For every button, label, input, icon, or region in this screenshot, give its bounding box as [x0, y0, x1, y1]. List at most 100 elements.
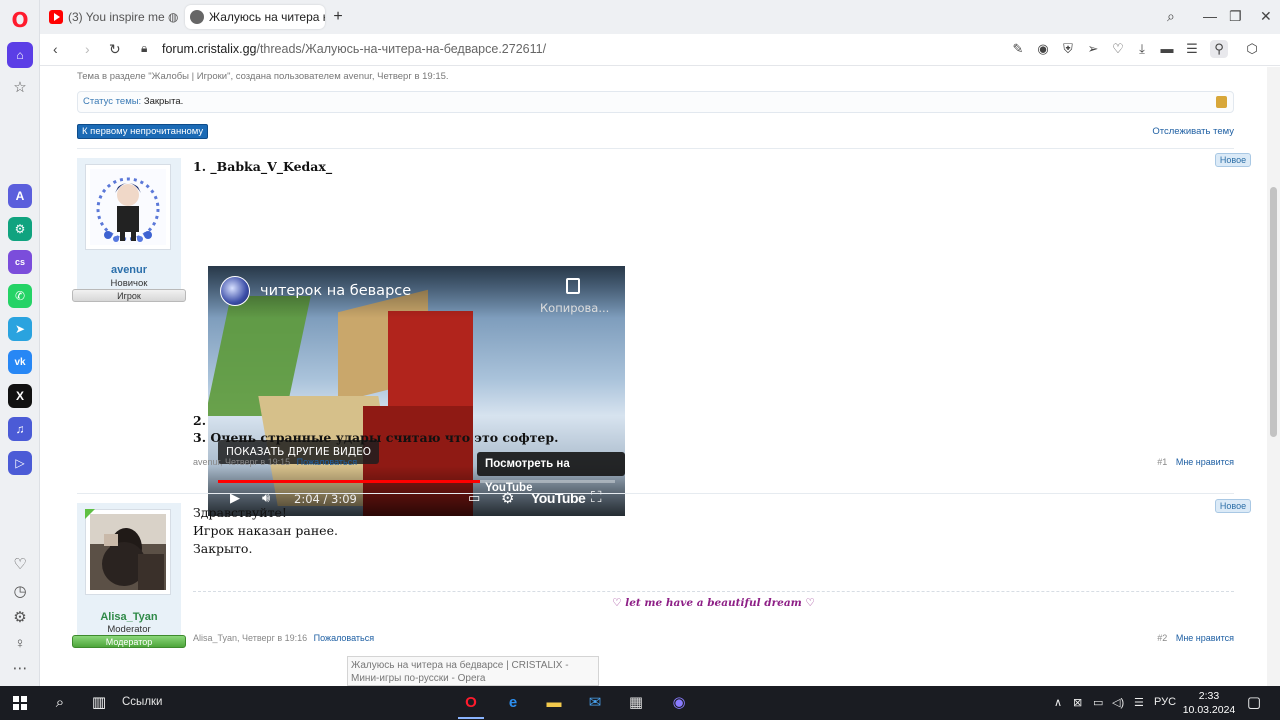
tab-forum[interactable]: Жалуюсь на читера на бедварсе — [185, 5, 325, 29]
post-2: Alisa_Tyan Moderator Модератор Здравству… — [72, 499, 1251, 653]
extensions-cube-icon[interactable]: ⬡ — [1245, 42, 1259, 56]
edge-icon[interactable]: e — [503, 693, 523, 713]
telegram-icon[interactable]: ➤ — [8, 317, 32, 341]
watch-on-youtube-button[interactable]: Посмотреть на YouTube — [477, 452, 625, 494]
first-unread-button[interactable]: К первому непрочитанному — [77, 124, 209, 139]
post-number[interactable]: #2 — [1157, 633, 1167, 643]
history-clock-icon[interactable]: ◷ — [8, 579, 32, 603]
bookmarks-star-icon[interactable]: ☆ — [8, 75, 32, 99]
volume-icon[interactable]: ◁) — [1112, 696, 1124, 709]
tray-app-icon[interactable]: ⊠ — [1073, 696, 1082, 709]
avatar[interactable] — [85, 164, 171, 250]
new-badge: Новое — [1215, 153, 1251, 167]
post-footer: Alisa_Tyan, Четверг в 19:16 Пожаловаться — [193, 633, 375, 643]
store-icon[interactable]: ▦ — [626, 693, 646, 713]
aria-ai-icon[interactable]: A — [8, 184, 32, 208]
report-link[interactable]: Пожаловаться — [314, 633, 374, 643]
windows-start-icon[interactable] — [13, 696, 27, 710]
minimize-icon[interactable]: — — [1203, 8, 1217, 24]
clock-time: 2:33 — [1198, 690, 1220, 702]
restore-icon[interactable]: ❐ — [1229, 8, 1242, 25]
rank-badge: Модератор — [72, 635, 186, 648]
opera-taskbar-icon[interactable]: O — [461, 693, 481, 713]
language-indicator[interactable]: РУС — [1154, 696, 1176, 708]
divider — [77, 148, 1234, 149]
lock-icon — [1216, 96, 1227, 108]
post-text: 1. _Babka_V_Kedax_ — [193, 159, 333, 174]
tab-youtube[interactable]: (3) You inspire me ◍ lofi ◍ — [44, 5, 182, 29]
post-date[interactable]: Четверг в 19:16 — [242, 633, 307, 643]
notifications-icon[interactable]: ▢ — [1244, 693, 1264, 713]
address-bar: ‹ › ↻ 🔒︎ forum.cristalix.gg/threads/Жалу… — [40, 34, 1280, 66]
mail-icon[interactable]: ✉ — [585, 693, 605, 713]
copy-link-icon[interactable] — [566, 278, 580, 294]
chatgpt-icon[interactable]: ⚙ — [8, 217, 32, 241]
username[interactable]: avenur — [77, 264, 181, 276]
x-twitter-icon[interactable]: X — [8, 384, 32, 408]
forward-icon[interactable]: › — [85, 41, 90, 57]
close-window-icon[interactable]: ✕ — [1260, 8, 1272, 25]
youtube-embed[interactable]: читерок на беварсе Копирова... ПОКАЗАТЬ … — [208, 266, 625, 516]
new-tab-plus-icon[interactable]: + — [329, 8, 347, 26]
opera-logo-icon[interactable]: O — [9, 9, 31, 31]
post-line-2: Игрок наказан ранее. — [193, 523, 338, 538]
username[interactable]: Alisa_Tyan — [77, 611, 181, 623]
battery-saver-icon[interactable]: ▬ — [1160, 42, 1174, 56]
clock[interactable]: 2:33 10.03.2024 — [1180, 689, 1238, 717]
profile-icon[interactable]: ⚲ — [1210, 40, 1228, 58]
download-icon[interactable]: ⤓ — [1135, 42, 1149, 56]
whatsapp-icon[interactable]: ✆ — [8, 284, 32, 308]
search-icon[interactable]: ⌕ — [50, 693, 70, 713]
task-view-icon[interactable]: ▥ — [89, 693, 109, 713]
channel-avatar-icon[interactable] — [220, 276, 250, 306]
like-link[interactable]: Мне нравится — [1176, 633, 1234, 643]
status-label: Статус темы: — [83, 96, 142, 107]
user-title: Moderator — [107, 624, 151, 635]
network-icon[interactable]: ☰ — [1134, 696, 1144, 709]
edit-page-icon[interactable]: ✎ — [1011, 42, 1025, 56]
file-explorer-icon[interactable]: ▬ — [544, 693, 564, 713]
chatsonic-icon[interactable]: cs — [8, 250, 32, 274]
post-1: avenur Новичок Игрок 1. _Babka_V_Kedax_ … — [72, 153, 1251, 516]
scrollbar-thumb[interactable] — [1270, 187, 1277, 437]
tray-chevron-icon[interactable]: ∧ — [1054, 696, 1062, 709]
tips-lightbulb-icon[interactable]: ♀ — [8, 631, 32, 655]
heart-bookmark-icon[interactable]: ♡ — [1111, 42, 1125, 56]
tab-tooltip: Жалуюсь на читера на бедварсе | CRISTALI… — [347, 656, 599, 686]
post-number[interactable]: #1 — [1157, 457, 1167, 467]
settings-gear-icon[interactable]: ⚙ — [8, 605, 32, 629]
links-toolbar[interactable]: Ссылки — [122, 696, 163, 708]
video-player-icon[interactable]: ▷ — [8, 451, 32, 475]
url-field[interactable]: forum.cristalix.gg/threads/Жалуюсь-на-чи… — [162, 42, 546, 56]
avatar-image — [90, 169, 166, 245]
forum-page: Тема в разделе "Жалобы | Игроки", создан… — [41, 67, 1267, 686]
video-progress-fill — [218, 480, 481, 483]
search-tabs-icon[interactable]: ⌕ — [1167, 8, 1175, 25]
snapshot-camera-icon[interactable]: ◉ — [1036, 42, 1050, 56]
battery-icon[interactable]: ▭ — [1093, 696, 1103, 709]
more-dots-icon[interactable]: ⋯ — [8, 656, 32, 680]
signature-divider — [193, 591, 1234, 592]
post-author-link[interactable]: Alisa_Tyan — [193, 633, 237, 643]
vk-icon[interactable]: vk — [8, 350, 32, 374]
video-title[interactable]: читерок на беварсе — [260, 283, 411, 299]
like-link[interactable]: Мне нравится — [1176, 457, 1234, 467]
discord-like-app-icon[interactable]: ◉ — [669, 693, 689, 713]
page-scrollbar[interactable] — [1267, 67, 1280, 686]
favorites-heart-icon[interactable]: ♡ — [8, 552, 32, 576]
home-icon[interactable]: ⌂ — [7, 42, 33, 68]
music-player-icon[interactable]: ♫ — [8, 417, 32, 441]
easy-setup-icon[interactable]: ☰ — [1185, 42, 1199, 56]
lock-secure-icon[interactable]: 🔒︎ — [141, 41, 147, 56]
copy-link-label[interactable]: Копирова... — [540, 301, 609, 315]
report-link[interactable]: Пожаловаться — [297, 457, 357, 467]
post-date[interactable]: Четверг в 19:15 — [225, 457, 290, 467]
avatar[interactable] — [85, 509, 171, 595]
post-author-link[interactable]: avenur — [193, 457, 220, 467]
watch-thread-link[interactable]: Отслеживать тему — [1152, 126, 1234, 137]
back-icon[interactable]: ‹ — [53, 41, 58, 57]
send-icon[interactable]: ➢ — [1086, 42, 1100, 56]
reload-icon[interactable]: ↻ — [109, 41, 121, 58]
shield-adblock-icon[interactable]: ⛨ — [1061, 42, 1075, 56]
video-progress-bar[interactable] — [218, 480, 615, 483]
